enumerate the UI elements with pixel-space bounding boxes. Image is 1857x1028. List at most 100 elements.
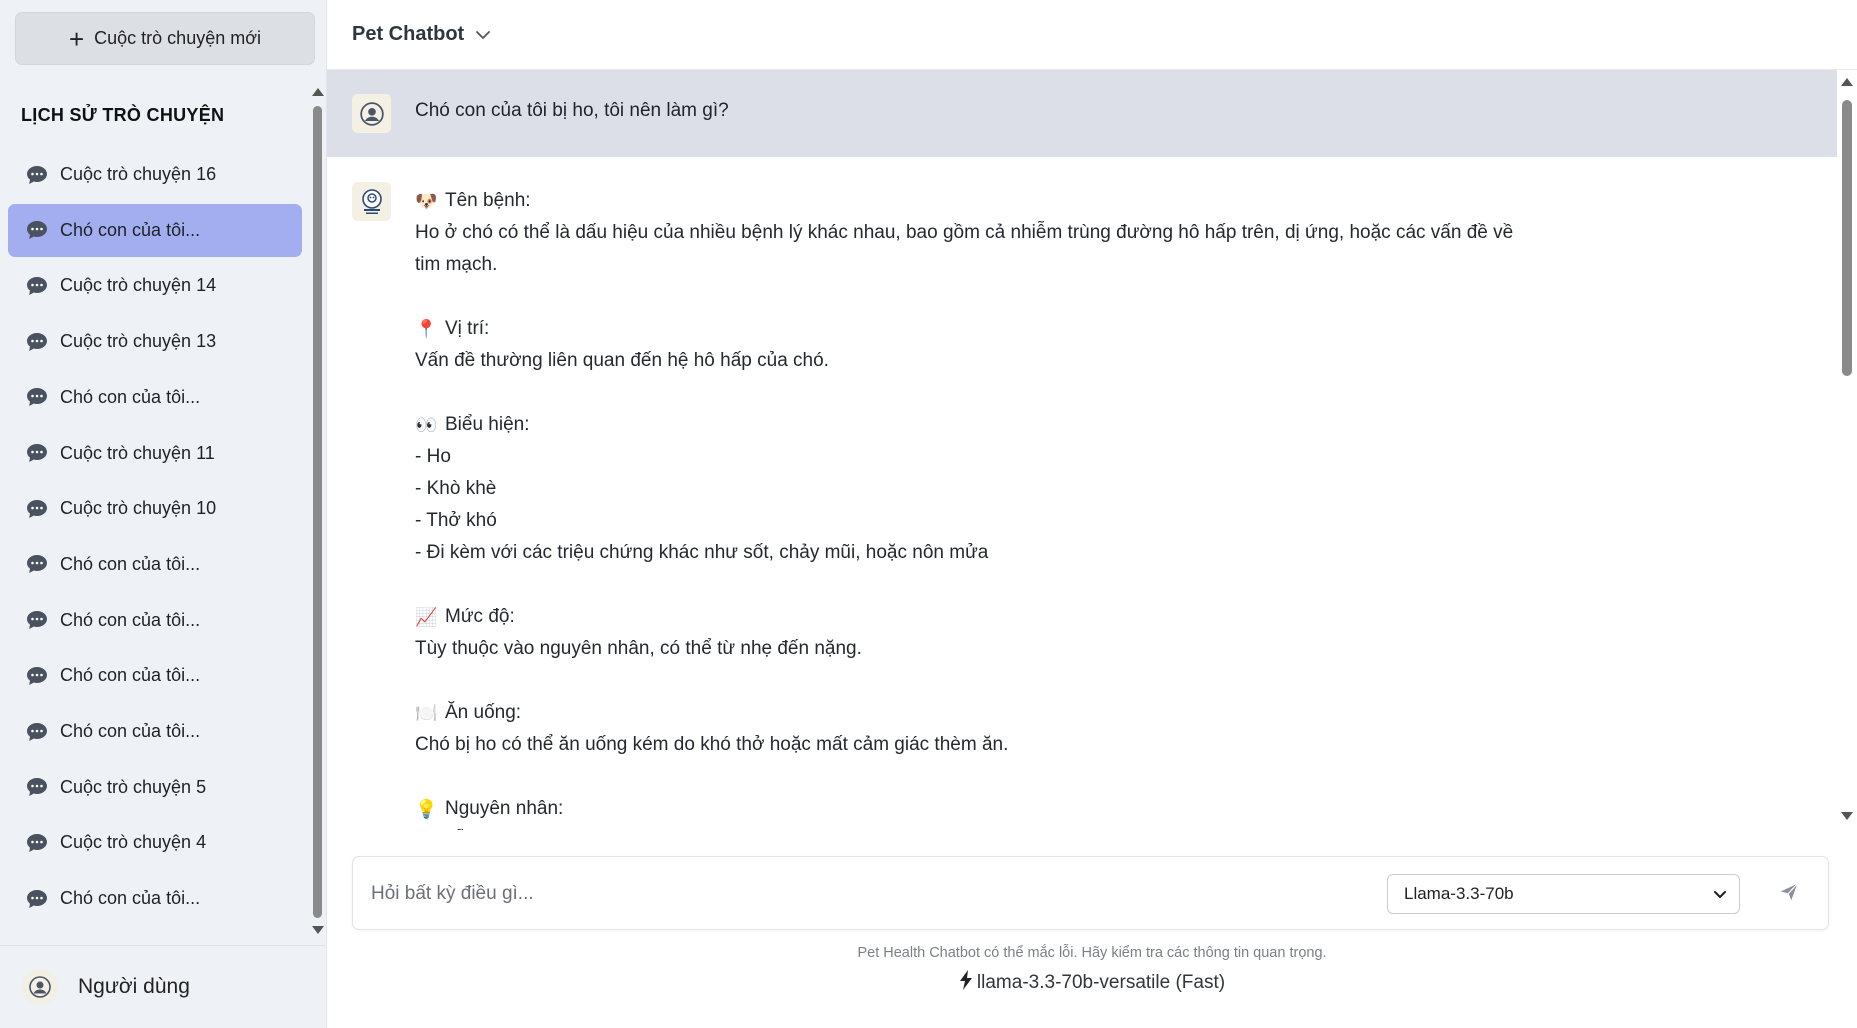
section-line: Ho ở chó có thể là dấu hiệu của nhiều bệ…	[415, 222, 1514, 243]
scroll-up-arrow[interactable]	[1841, 78, 1853, 86]
user-avatar-icon	[352, 94, 391, 133]
topbar: Pet Chatbot	[327, 0, 1857, 70]
history-item[interactable]: Chó con của tôi...	[8, 872, 302, 925]
scrollbar-thumb[interactable]	[1842, 100, 1852, 376]
history-item[interactable]: Cuộc trò chuyện 10	[8, 482, 302, 535]
section-line: - Khò khè	[415, 478, 497, 499]
bot-message-body: 🐶 Tên bệnh: Ho ở chó có thể là dấu hiệu củ…	[415, 185, 1575, 830]
send-icon	[1778, 881, 1800, 908]
history-item[interactable]: Cuộc trò chuyện 5	[8, 761, 302, 814]
history-item-label: Cuộc trò chuyện 5	[60, 776, 207, 797]
history-item[interactable]: Cuộc trò chuyện 16	[8, 148, 302, 201]
history-item-label: Cuộc trò chuyện 16	[60, 164, 217, 184]
plus-icon: +	[68, 23, 85, 54]
history-item[interactable]: Chó con của tôi...	[8, 203, 302, 257]
history-item-label: Chó con của tôi...	[60, 219, 201, 240]
section-line: - Nhiễm trùng	[415, 825, 1575, 830]
section-heading: 📍 Vị trí:	[415, 313, 1575, 345]
chat-bubble-icon	[26, 889, 48, 909]
history-title: LỊCH SỬ TRÒ CHUYỆN	[21, 105, 225, 125]
history-item-label: Chó con của tôi...	[60, 609, 201, 630]
section-line: - Thở khó	[415, 510, 497, 531]
sidebar: + Cuộc trò chuyện mới LỊCH SỬ TRÒ CHUYỆN…	[0, 0, 327, 1028]
model-select-value: Llama-3.3-70b	[1404, 884, 1514, 903]
history-item[interactable]: Chó con của tôi...	[8, 594, 302, 647]
history-item-label: Cuộc trò chuyện 11	[60, 442, 215, 463]
section-line: Tùy thuộc vào nguyên nhân, có thể từ nhẹ…	[415, 638, 862, 659]
user-profile[interactable]: Người dùng	[0, 945, 327, 1028]
chat-bubble-icon	[26, 777, 48, 797]
chat-bubble-icon	[26, 276, 48, 296]
section-heading-text: Nguyên nhân:	[445, 798, 564, 819]
history-item-label: Cuộc trò chuyện 4	[60, 832, 207, 853]
history-item[interactable]: Cuộc trò chuyện 4	[8, 816, 302, 869]
history-item[interactable]: Cuộc trò chuyện 11	[8, 427, 302, 480]
chat-bubble-icon	[26, 387, 48, 407]
chat-messages: Chó con của tôi bị ho, tôi nên làm gì? 🐶…	[327, 70, 1837, 830]
bot-message: 🐶 Tên bệnh: Ho ở chó có thể là dấu hiệu củ…	[327, 157, 1837, 830]
chat-bubble-icon	[26, 722, 48, 742]
history-item[interactable]: Cuộc trò chuyện 13	[8, 315, 302, 368]
model-status-text: llama-3.3-70b-versatile (Fast)	[976, 972, 1226, 993]
chat-bubble-icon	[26, 165, 48, 185]
scroll-down-arrow[interactable]	[1841, 812, 1853, 820]
history-item-label: Chó con của tôi...	[60, 888, 201, 909]
history-item[interactable]: Chó con của tôi...	[8, 649, 302, 702]
history-item-label: Cuộc trò chuyện 13	[60, 331, 217, 352]
section-heading: 🐶 Tên bệnh:	[415, 185, 1575, 217]
section-heading-text: Biểu hiện:	[445, 414, 530, 435]
sidebar-scrollbar[interactable]	[310, 84, 325, 940]
send-button[interactable]	[1774, 879, 1804, 909]
section-heading: 📈 Mức độ:	[415, 601, 1575, 633]
new-chat-button[interactable]: + Cuộc trò chuyện mới	[15, 12, 315, 65]
chat-bubble-icon	[26, 499, 48, 519]
history-item[interactable]: Chó con của tôi...	[8, 371, 302, 424]
chevron-down-icon[interactable]	[474, 26, 492, 44]
history-item[interactable]: Chó con của tôi...	[8, 705, 302, 758]
lightbulb-icon: 💡	[415, 799, 438, 819]
app-title: Pet Chatbot	[352, 23, 465, 45]
scrollbar-thumb[interactable]	[313, 106, 322, 918]
chat-bubble-icon	[26, 833, 48, 853]
model-select[interactable]: Llama-3.3-70b	[1387, 874, 1740, 914]
history-item-label: Chó con của tôi...	[60, 721, 201, 741]
section-line: Chó bị ho có thể ăn uống kém do khó thở …	[415, 734, 1009, 755]
disclaimer: Pet Health Chatbot có thể mắc lỗi. Hãy k…	[857, 945, 1327, 961]
plate-icon: 🍽️	[415, 703, 438, 723]
scroll-up-arrow[interactable]	[312, 88, 324, 96]
history-item-label: Chó con của tôi...	[60, 553, 201, 574]
history-item-label: Cuộc trò chuyện 14	[60, 275, 217, 296]
section-heading: 👀 Biểu hiện:	[415, 409, 1575, 441]
user-message-text: Chó con của tôi bị ho, tôi nên làm gì?	[415, 100, 729, 121]
chat-input[interactable]	[371, 875, 1371, 913]
lightning-icon	[959, 970, 973, 996]
section-heading-text: Vị trí:	[445, 318, 490, 339]
chat-bubble-icon	[26, 554, 48, 574]
user-avatar-icon	[22, 969, 58, 1005]
composer: Llama-3.3-70b	[352, 856, 1829, 930]
chart-increasing-icon: 📈	[415, 607, 438, 627]
section-line: - Đi kèm với các triệu chứng khác như số…	[415, 542, 989, 563]
chat-bubble-icon	[26, 332, 48, 352]
new-chat-label: Cuộc trò chuyện mới	[94, 28, 262, 48]
history-list: Cuộc trò chuyện 16 Chó con của tôi... Cuộc…	[0, 140, 310, 944]
dog-face-icon: 🐶	[415, 191, 438, 211]
section-line: Vấn đề thường liên quan đến hệ hô hấp củ…	[415, 350, 829, 371]
main-panel: Pet Chatbot Chó con của tôi bị ho, tôi n…	[327, 0, 1857, 1028]
scroll-down-arrow[interactable]	[312, 926, 324, 934]
history-item-label: Cuộc trò chuyện 10	[60, 498, 217, 519]
chat-scrollbar[interactable]	[1837, 70, 1857, 830]
history-item[interactable]: Cuộc trò chuyện 14	[8, 259, 302, 312]
chat-bubble-icon	[26, 443, 48, 463]
history-item[interactable]: Cuộc trò chuyện 2	[8, 928, 302, 945]
bot-logo-icon	[352, 182, 391, 221]
chevron-down-icon	[1713, 887, 1727, 901]
section-heading-text: Tên bệnh:	[445, 190, 531, 211]
chat-bubble-icon	[26, 220, 48, 240]
section-line: - Ho	[415, 446, 451, 467]
user-message: Chó con của tôi bị ho, tôi nên làm gì?	[327, 70, 1837, 157]
model-status: llama-3.3-70b-versatile (Fast)	[327, 970, 1857, 996]
history-item[interactable]: Chó con của tôi...	[8, 538, 302, 591]
history-item-label: Chó con của tôi...	[60, 665, 201, 686]
user-name: Người dùng	[78, 975, 190, 998]
